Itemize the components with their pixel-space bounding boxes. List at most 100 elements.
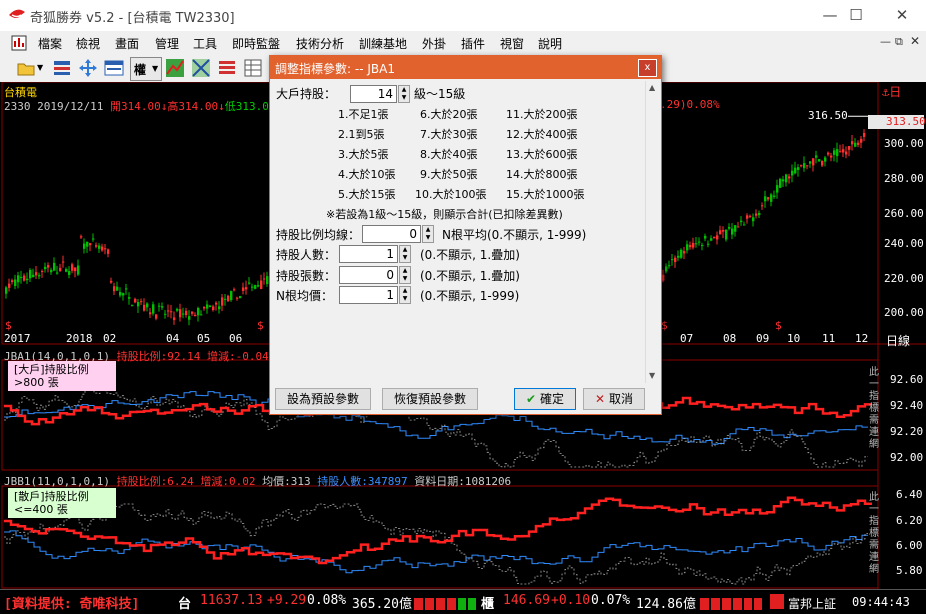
price-candle-body: [806, 165, 809, 167]
price-candle-body: [839, 150, 842, 152]
spinner-arrows-icon[interactable]: ▲ ▼: [398, 85, 410, 103]
price-candle-body: [38, 275, 41, 277]
spinner-arrows-icon[interactable]: ▲ ▼: [422, 225, 434, 243]
avg-price-value[interactable]: 1: [339, 286, 398, 304]
ratio-ma-value[interactable]: 0: [362, 225, 421, 243]
spinner-arrows-icon[interactable]: ▲ ▼: [399, 245, 411, 263]
open-folder-icon[interactable]: [16, 58, 36, 78]
panel2-ratio: 持股比例:6.24: [116, 475, 194, 488]
menu-addon[interactable]: 插件: [461, 35, 485, 52]
price-candle-body: [80, 236, 83, 238]
ok-button[interactable]: ✔ 確定: [514, 388, 576, 410]
close-icon[interactable]: ✕: [882, 4, 922, 28]
month-label: 10: [787, 332, 801, 345]
menu-monitor[interactable]: 即時監盤: [232, 35, 280, 52]
panel2-header: JBB1(11,0,1,0,1) 持股比例:6.24 增減:0.02 均價:31…: [4, 473, 511, 489]
rights-dropdown[interactable]: 權 ▼: [130, 57, 162, 81]
indicator-params-dialog: 調整指標參數: -- JBA1 x ▲ ▼ 大戶持股： 14 ▲ ▼ 級～15級 …: [269, 55, 662, 415]
month-label: 05: [197, 332, 211, 345]
move-arrows-icon[interactable]: [78, 58, 98, 78]
level-option: 1.不足1張: [338, 108, 389, 121]
price-tick: 240.00: [884, 237, 924, 250]
ratio-ma-spinner[interactable]: 0 ▲ ▼: [362, 225, 436, 243]
dividend-marker: $: [775, 319, 782, 332]
month-label: 11: [822, 332, 836, 345]
period-label[interactable]: 日線: [886, 332, 910, 349]
price-candle-body: [119, 292, 122, 296]
set-default-button[interactable]: 設為預設參數: [275, 388, 371, 410]
dialog-close-button[interactable]: x: [638, 59, 657, 77]
menu-plugin[interactable]: 外掛: [422, 35, 446, 52]
scroll-up-icon[interactable]: ▲: [649, 83, 655, 92]
price-candle-body: [11, 280, 14, 283]
rights-dropdown-label: 權: [134, 63, 147, 77]
mdi-close-icon[interactable]: ✕: [910, 34, 920, 48]
price-candle-body: [143, 304, 146, 311]
panel2-legend: [散戶]持股比例 <=400 張: [8, 488, 116, 518]
spinner-arrows-icon[interactable]: ▲ ▼: [399, 286, 411, 304]
menu-analysis[interactable]: 技術分析: [296, 35, 344, 52]
price-candle-body: [209, 305, 212, 307]
maximize-icon[interactable]: ☐: [836, 4, 876, 28]
panel2-date: 資料日期:1081206: [414, 475, 512, 488]
level-option: 11.大於200張: [506, 108, 578, 121]
price-candle-body: [197, 308, 200, 316]
indicator-icon[interactable]: [165, 58, 185, 78]
list-icon[interactable]: [52, 58, 72, 78]
price-candle-body: [113, 286, 116, 292]
menu-help[interactable]: 說明: [538, 35, 562, 52]
price-candle-body: [89, 243, 92, 246]
price-candle-body: [212, 306, 215, 311]
dividend-marker: $: [257, 319, 264, 332]
price-candle-body: [731, 228, 734, 235]
share-count-suffix: (0.不顯示, 1.疊加): [420, 269, 520, 283]
scroll-down-icon[interactable]: ▼: [649, 371, 655, 380]
price-candle-body: [701, 245, 704, 247]
menu-training[interactable]: 訓練基地: [359, 35, 407, 52]
menu-view[interactable]: 檢視: [76, 35, 100, 52]
holder-count-value[interactable]: 1: [339, 245, 398, 263]
broker-name: 富邦上証: [788, 597, 837, 611]
stack-icon[interactable]: [217, 58, 237, 78]
avg-price-spinner[interactable]: 1 ▲ ▼: [339, 286, 413, 304]
big-holder-level-value[interactable]: 14: [350, 85, 397, 103]
panel2-frame: [1, 485, 879, 589]
restore-default-button[interactable]: 恢復預設參數: [382, 388, 478, 410]
dialog-header[interactable]: 調整指標參數: -- JBA1 x: [270, 56, 661, 79]
mdi-restore-icon[interactable]: ⧉: [895, 35, 903, 49]
price-candle-body: [116, 286, 119, 291]
tw-change: +9.29: [267, 593, 307, 608]
menu-screen[interactable]: 畫面: [115, 35, 139, 52]
share-count-value[interactable]: 0: [339, 266, 398, 284]
anchor-icon[interactable]: ⚓日: [882, 83, 901, 100]
holder-count-spinner[interactable]: 1 ▲ ▼: [339, 245, 413, 263]
price-candle-body: [782, 179, 785, 182]
holder-count-label: 持股人數：: [276, 248, 337, 262]
big-holder-level-spinner[interactable]: 14 ▲ ▼: [350, 85, 412, 103]
year-label: 2017: [4, 332, 31, 345]
price-candle-body: [263, 278, 266, 280]
dialog-title: 調整指標參數: -- JBA1: [275, 62, 395, 76]
menu-file[interactable]: 檔案: [38, 35, 62, 52]
data-provider: [資料提供: 奇唯科技]: [4, 597, 140, 612]
table-icon[interactable]: [243, 58, 263, 78]
price-candle-body: [191, 311, 194, 314]
price-candle-body: [704, 235, 707, 239]
dialog-scrollbar[interactable]: ▲ ▼: [645, 81, 660, 383]
cancel-button[interactable]: ✕ 取消: [583, 388, 645, 410]
price-candle-body: [785, 174, 788, 183]
level-option: 5.大於15張: [338, 188, 396, 201]
layout-icon[interactable]: [104, 58, 124, 78]
menu-window[interactable]: 視窗: [500, 35, 524, 52]
menu-manage[interactable]: 管理: [155, 35, 179, 52]
mdi-minimize-icon[interactable]: —: [880, 35, 891, 48]
spinner-arrows-icon[interactable]: ▲ ▼: [399, 266, 411, 284]
price-candle-body: [713, 237, 716, 239]
chevron-down-icon[interactable]: ▼: [37, 63, 43, 72]
price-candle-body: [821, 160, 824, 166]
compare-icon[interactable]: [191, 58, 211, 78]
menu-tools[interactable]: 工具: [193, 35, 217, 52]
share-count-spinner[interactable]: 0 ▲ ▼: [339, 266, 413, 284]
open-price: 開314.00: [109, 100, 161, 113]
price-candle-body: [758, 212, 761, 216]
